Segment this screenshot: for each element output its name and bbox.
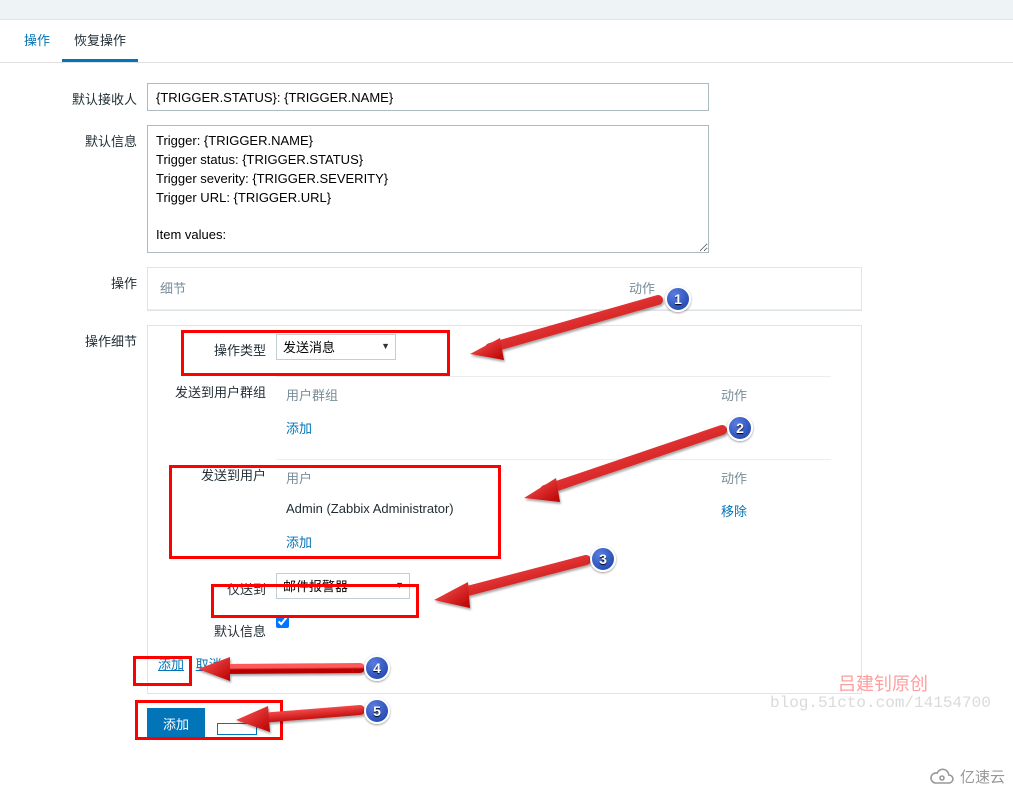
label-default-message: 默认信息 [12, 125, 147, 150]
label-op-type: 操作类型 [148, 334, 276, 359]
watermark-author: 吕建钊原创 [838, 670, 928, 696]
add-button[interactable]: 添加 [147, 708, 205, 739]
label-op-details: 操作细节 [12, 325, 147, 350]
groups-add-link[interactable]: 添加 [286, 421, 312, 436]
label-send-groups: 发送到用户群组 [148, 376, 276, 401]
watermark-url: blog.51cto.com/14154700 [770, 694, 991, 712]
inline-cancel-link[interactable]: 取消 [196, 657, 222, 672]
label-default-info-chk: 默认信息 [148, 615, 276, 640]
label-operations: 操作 [12, 267, 147, 292]
secondary-button[interactable] [217, 723, 257, 735]
default-message-textarea[interactable]: Trigger: {TRIGGER.NAME} Trigger status: … [147, 125, 709, 253]
label-default-recipient: 默认接收人 [12, 83, 147, 108]
users-row-user: Admin (Zabbix Administrator) [286, 501, 721, 520]
users-table: 用户 动作 Admin (Zabbix Administrator) 移除 添加 [276, 459, 831, 557]
op-type-select[interactable]: 发送消息 [276, 334, 396, 360]
groups-col-action: 动作 [721, 385, 821, 404]
default-info-checkbox[interactable] [276, 615, 289, 628]
label-only-to: 仅送到 [148, 573, 276, 598]
site-logo: 亿速云 [928, 766, 1005, 787]
tab-recovery-operations[interactable]: 恢复操作 [62, 20, 138, 62]
users-row-remove[interactable]: 移除 [721, 504, 747, 519]
tab-operations[interactable]: 操作 [12, 20, 62, 62]
tabs: 操作 恢复操作 [0, 20, 1013, 63]
users-col-user: 用户 [286, 468, 721, 487]
users-row: Admin (Zabbix Administrator) 移除 [276, 495, 831, 526]
users-col-action: 动作 [721, 468, 821, 487]
cloud-icon [928, 767, 956, 787]
groups-col-group: 用户群组 [286, 385, 721, 404]
ops-col-action: 动作 [629, 278, 849, 297]
only-to-select[interactable]: 邮件报警器 [276, 573, 410, 599]
operations-panel: 细节 动作 [147, 267, 862, 311]
ops-col-detail: 细节 [160, 278, 629, 297]
groups-table: 用户群组 动作 添加 [276, 376, 831, 443]
top-bar [0, 0, 1013, 20]
label-send-users: 发送到用户 [148, 459, 276, 484]
inline-add-link[interactable]: 添加 [158, 657, 184, 672]
users-add-link[interactable]: 添加 [286, 535, 312, 550]
default-recipient-input[interactable] [147, 83, 709, 111]
site-logo-text: 亿速云 [960, 766, 1005, 787]
op-details-panel: 操作类型 发送消息 发送到用户群组 用户群组 动作 [147, 325, 862, 694]
